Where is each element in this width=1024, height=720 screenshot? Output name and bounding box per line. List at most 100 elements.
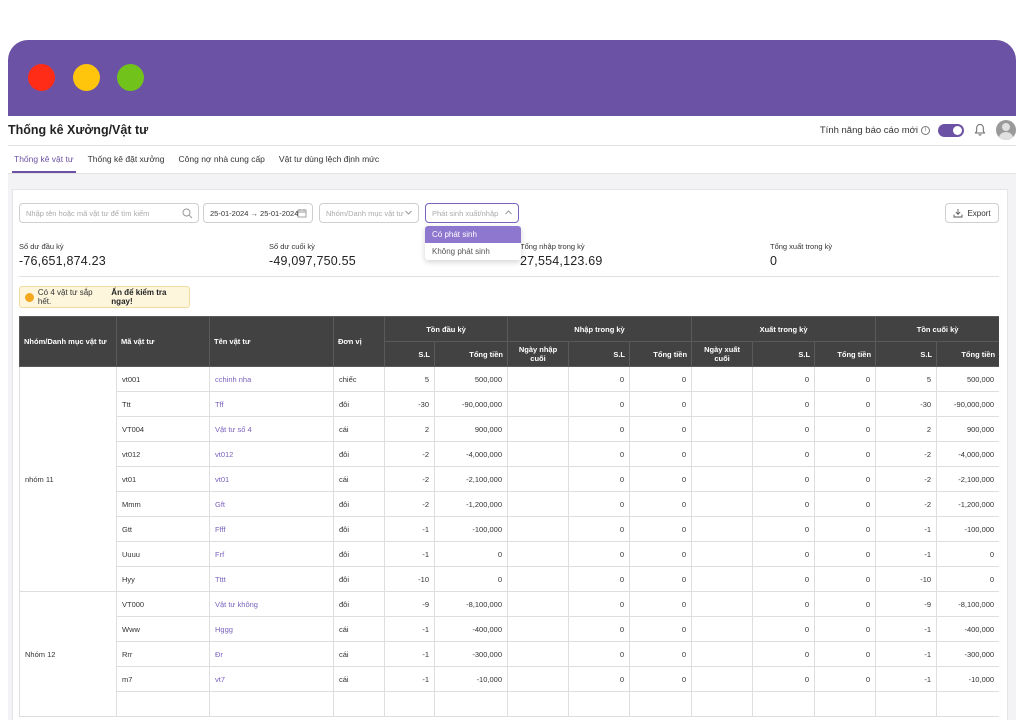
cell-export-amount: 0 <box>814 666 877 692</box>
cell-name[interactable]: cchinh nha <box>209 366 334 392</box>
low-stock-alert[interactable]: Có 4 vật tư sắp hết. Ấn để kiểm tra ngay… <box>19 286 190 308</box>
table-row[interactable]: m7 vt7 cái -1 -10,000 0 0 0 0 -1 -10,000 <box>20 666 999 692</box>
cell-opening-qty: -1 <box>384 516 435 542</box>
tab-bar: Thống kê vật tư Thống kê đặt xưởng Công … <box>8 146 1016 174</box>
table-row[interactable]: Hyy Tttt đôi -10 0 0 0 0 0 -10 0 <box>20 566 999 592</box>
cell-name[interactable]: Vật tư không <box>209 591 334 617</box>
cell-last-import-date <box>507 466 569 492</box>
cell-name[interactable] <box>209 691 334 717</box>
cell-unit: cái <box>333 466 385 492</box>
cell-import-amount: 0 <box>628 541 693 567</box>
cell-last-import-date <box>507 616 569 642</box>
cell-last-export-date <box>691 441 754 467</box>
cell-export-amount: 0 <box>814 391 877 417</box>
material-group-select[interactable]: Nhóm/Danh mục vật tư <box>319 203 419 223</box>
cell-name[interactable]: vt7 <box>209 666 334 692</box>
table-row[interactable] <box>20 691 999 717</box>
cell-name[interactable]: Gft <box>209 491 334 517</box>
summary-closing-balance: Số dư cuối kỳ -49,097,750.55 <box>269 242 356 268</box>
table-row[interactable]: Www Hggg cái -1 -400,000 0 0 0 0 -1 -400,000 <box>20 616 999 642</box>
cell-code: Gtt <box>116 516 210 542</box>
col-last-import-date: Ngày nhập cuối <box>507 341 569 367</box>
export-button[interactable]: Export <box>945 203 999 223</box>
cell-name[interactable]: Tttt <box>209 566 334 592</box>
cell-closing-amount <box>936 691 999 717</box>
date-range-picker[interactable]: 25-01-2024 → 25-01-2024 <box>203 203 313 223</box>
cell-import-qty: 0 <box>568 616 630 642</box>
table-row[interactable]: Rrr Đr cái -1 -300,000 0 0 0 0 -1 -300,000 <box>20 641 999 667</box>
table-row[interactable]: Uuuu Frf đôi -1 0 0 0 0 0 -1 0 <box>20 541 999 567</box>
alert-text: Có 4 vật tư sắp hết. <box>37 288 93 306</box>
close-window-button[interactable] <box>28 64 55 91</box>
table-row[interactable]: vt012 vt012 đôi -2 -4,000,000 0 0 0 0 -2 -4,000,00… <box>20 441 999 467</box>
table-row[interactable]: Gtt Ffff đôi -1 -100,000 0 0 0 0 -1 -100,000 <box>20 516 999 542</box>
table-row[interactable]: Ttt Tff đôi -30 -90,000,000 0 0 0 0 -30 -90,000,00… <box>20 391 999 417</box>
minimize-window-button[interactable] <box>73 64 100 91</box>
export-label: Export <box>967 208 991 218</box>
cell-export-qty: 0 <box>752 566 816 592</box>
tab-workshop-order-stats[interactable]: Thống kê đặt xưởng <box>86 146 167 173</box>
warning-icon <box>25 292 34 302</box>
download-icon <box>953 209 963 218</box>
calendar-icon <box>297 209 307 218</box>
cell-last-export-date <box>691 466 754 492</box>
cell-unit: đôi <box>333 591 385 617</box>
cell-last-export-date <box>691 616 754 642</box>
tab-supplier-debt[interactable]: Công nợ nhà cung cấp <box>177 146 267 173</box>
status-option-has-transactions[interactable]: Có phát sinh <box>425 226 521 243</box>
cell-last-export-date <box>691 491 754 517</box>
cell-export-qty <box>752 691 816 717</box>
cell-code: Ttt <box>116 391 210 417</box>
cell-import-amount: 0 <box>628 616 693 642</box>
table-row[interactable]: Mmm Gft đôi -2 -1,200,000 0 0 0 0 -2 -1,200,000 <box>20 491 999 517</box>
cell-export-amount: 0 <box>814 441 877 467</box>
window-titlebar <box>8 40 1016 116</box>
cell-name[interactable]: vt012 <box>209 441 334 467</box>
cell-name[interactable]: Đr <box>209 641 334 667</box>
cell-code: Www <box>116 616 210 642</box>
tab-material-stats[interactable]: Thống kê vật tư <box>12 146 76 173</box>
cell-last-export-date <box>691 541 754 567</box>
table-row[interactable]: nhóm 11 vt001 cchinh nha chiếc 5 500,000 0 0 0 0 5… <box>19 366 999 592</box>
cell-name[interactable]: Vật tư số 4 <box>209 416 334 442</box>
cell-closing-qty: -1 <box>875 641 938 667</box>
cell-import-amount: 0 <box>628 466 693 492</box>
transaction-status-select[interactable]: Phát sinh xuất/nhập <box>425 203 519 223</box>
cell-last-export-date <box>691 691 754 717</box>
cell-name[interactable]: Tff <box>209 391 334 417</box>
info-icon[interactable]: i <box>921 125 930 135</box>
status-placeholder: Phát sinh xuất/nhập <box>432 208 499 218</box>
content-area: Nhập tên hoặc mã vật tư để tìm kiếm 25-0… <box>8 174 1016 720</box>
table-body: nhóm 11 vt001 cchinh nha chiếc 5 500,000 0 0 0 0 5… <box>19 366 999 717</box>
user-avatar[interactable] <box>996 120 1016 140</box>
cell-closing-qty: -1 <box>875 616 938 642</box>
table-row[interactable]: vt01 vt01 cái -2 -2,100,000 0 0 0 0 -2 -2,100,000 <box>20 466 999 492</box>
new-report-feature: Tính năng báo cáo mới i <box>820 125 930 136</box>
tab-material-deviation[interactable]: Vật tư dùng lệch định mức <box>277 146 381 173</box>
cell-name[interactable]: Hggg <box>209 616 334 642</box>
status-option-no-transactions[interactable]: Không phát sinh <box>425 243 521 260</box>
cell-export-qty: 0 <box>752 591 816 617</box>
cell-name[interactable]: Frf <box>209 541 334 567</box>
cell-import-qty: 0 <box>568 491 630 517</box>
cell-import-qty: 0 <box>568 391 630 417</box>
cell-last-export-date <box>691 591 754 617</box>
search-input[interactable]: Nhập tên hoặc mã vật tư để tìm kiếm <box>19 203 199 223</box>
cell-import-qty: 0 <box>568 641 630 667</box>
cell-closing-amount: 0 <box>936 541 999 567</box>
cell-last-import-date <box>507 416 569 442</box>
cell-name[interactable]: vt01 <box>209 466 334 492</box>
table-row[interactable]: Nhóm 12 VT000 Vật tư không đôi -9 -8,100,000 0… <box>19 591 999 717</box>
alert-action-link[interactable]: Ấn để kiểm tra ngay! <box>111 288 189 306</box>
col-group: Nhóm/Danh mục vật tư <box>19 316 117 367</box>
table-row[interactable]: VT004 Vật tư số 4 cái 2 900,000 0 0 0 0 2 900,000 <box>20 416 999 442</box>
cell-import-qty: 0 <box>568 666 630 692</box>
cell-unit <box>333 691 385 717</box>
bell-icon[interactable] <box>972 122 988 138</box>
cell-closing-qty: -1 <box>875 666 938 692</box>
cell-name[interactable]: Ffff <box>209 516 334 542</box>
cell-export-qty: 0 <box>752 516 816 542</box>
new-report-toggle[interactable] <box>938 123 964 137</box>
col-opening-amount: Tổng tiền <box>434 341 508 367</box>
maximize-window-button[interactable] <box>117 64 144 91</box>
